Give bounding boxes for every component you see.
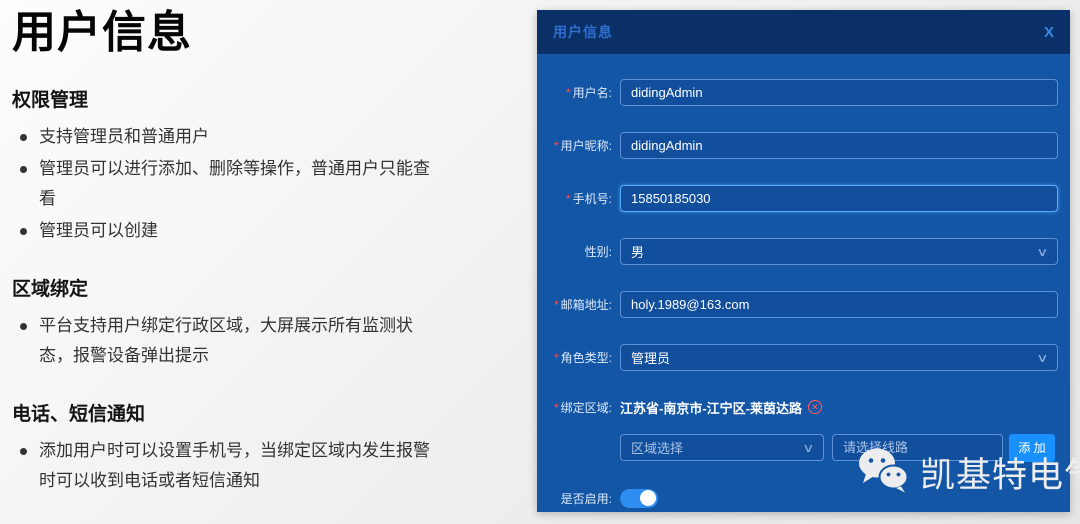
bullet-list: 支持管理员和普通用户 管理员可以进行添加、删除等操作，普通用户只能查看 管理员可… (12, 122, 440, 246)
gender-select-value: 男 (631, 242, 644, 261)
feature-description-panel: 用户信息 权限管理 支持管理员和普通用户 管理员可以进行添加、删除等操作，普通用… (12, 8, 482, 498)
section-region-binding: 区域绑定 平台支持用户绑定行政区域，大屏展示所有监测状态，报警设备弹出提示 (12, 274, 482, 371)
bullet-list: 添加用户时可以设置手机号，当绑定区域内发生报警时可以收到电话或者短信通知 (12, 436, 440, 496)
line-select-input[interactable] (832, 434, 1003, 461)
form-row-phone: *手机号: (537, 185, 1058, 212)
form-row-gender: 性别: 男 ∨ (537, 238, 1058, 265)
list-item: 平台支持用户绑定行政区域，大屏展示所有监测状态，报警设备弹出提示 (12, 311, 440, 371)
chevron-down-icon: ∨ (1036, 245, 1048, 259)
gender-select[interactable]: 男 ∨ (620, 238, 1058, 265)
remove-region-icon[interactable]: ✕ (808, 400, 822, 414)
nickname-field[interactable] (620, 132, 1058, 159)
role-select[interactable]: 管理员 ∨ (620, 344, 1058, 371)
form-row-email: *邮箱地址: (537, 291, 1058, 318)
form-row-enabled: 是否启用: (537, 488, 1058, 508)
chevron-down-icon: ∨ (802, 441, 814, 455)
modal-body: *用户名: *用户昵称: *手机号: 性别: 男 ∨ *邮箱地址: *角色类型:… (537, 54, 1070, 508)
chevron-down-icon: ∨ (1036, 351, 1048, 365)
email-field[interactable] (620, 291, 1058, 318)
section-heading: 区域绑定 (12, 274, 482, 301)
required-asterisk: * (554, 298, 559, 312)
section-permissions: 权限管理 支持管理员和普通用户 管理员可以进行添加、删除等操作，普通用户只能查看… (12, 85, 482, 246)
form-row-region: *绑定区域: 江苏省-南京市-江宁区-莱茵达路 ✕ (537, 397, 1058, 417)
enabled-label: 是否启用: (537, 490, 620, 507)
list-item: 添加用户时可以设置手机号，当绑定区域内发生报警时可以收到电话或者短信通知 (12, 436, 440, 496)
modal-title: 用户信息 (553, 22, 613, 42)
section-notifications: 电话、短信通知 添加用户时可以设置手机号，当绑定区域内发生报警时可以收到电话或者… (12, 399, 482, 496)
gender-label: 性别: (537, 243, 620, 260)
user-info-modal: 用户信息 X *用户名: *用户昵称: *手机号: 性别: 男 ∨ *邮箱地址: (537, 10, 1070, 512)
required-asterisk: * (566, 192, 571, 206)
role-label: *角色类型: (537, 349, 620, 366)
add-region-button[interactable]: 添 加 (1009, 434, 1055, 462)
username-field[interactable] (620, 79, 1058, 106)
close-icon[interactable]: X (1044, 25, 1054, 40)
form-row-username: *用户名: (537, 79, 1058, 106)
region-area-select[interactable]: 区域选择 ∨ (620, 434, 824, 461)
list-item: 管理员可以创建 (12, 216, 440, 246)
modal-header: 用户信息 X (537, 10, 1070, 54)
region-label: *绑定区域: (537, 399, 620, 416)
role-select-value: 管理员 (631, 348, 670, 367)
bullet-list: 平台支持用户绑定行政区域，大屏展示所有监测状态，报警设备弹出提示 (12, 311, 440, 371)
toggle-knob (640, 490, 656, 506)
required-asterisk: * (554, 351, 559, 365)
username-label: *用户名: (537, 84, 620, 101)
enable-toggle[interactable] (620, 489, 658, 508)
phone-field[interactable] (620, 185, 1058, 212)
section-heading: 权限管理 (12, 85, 482, 112)
required-asterisk: * (566, 86, 571, 100)
bound-region-value: 江苏省-南京市-江宁区-莱茵达路 ✕ (620, 398, 822, 417)
section-heading: 电话、短信通知 (12, 399, 482, 426)
phone-label: *手机号: (537, 190, 620, 207)
nickname-label: *用户昵称: (537, 137, 620, 154)
form-row-role: *角色类型: 管理员 ∨ (537, 344, 1058, 371)
required-asterisk: * (554, 401, 559, 415)
region-area-select-placeholder: 区域选择 (631, 438, 683, 457)
required-asterisk: * (554, 139, 559, 153)
email-label: *邮箱地址: (537, 296, 620, 313)
form-row-nickname: *用户昵称: (537, 132, 1058, 159)
list-item: 支持管理员和普通用户 (12, 122, 440, 152)
list-item: 管理员可以进行添加、删除等操作，普通用户只能查看 (12, 154, 440, 214)
region-picker-row: 区域选择 ∨ 添 加 (537, 434, 1058, 461)
page-title: 用户信息 (12, 8, 482, 59)
